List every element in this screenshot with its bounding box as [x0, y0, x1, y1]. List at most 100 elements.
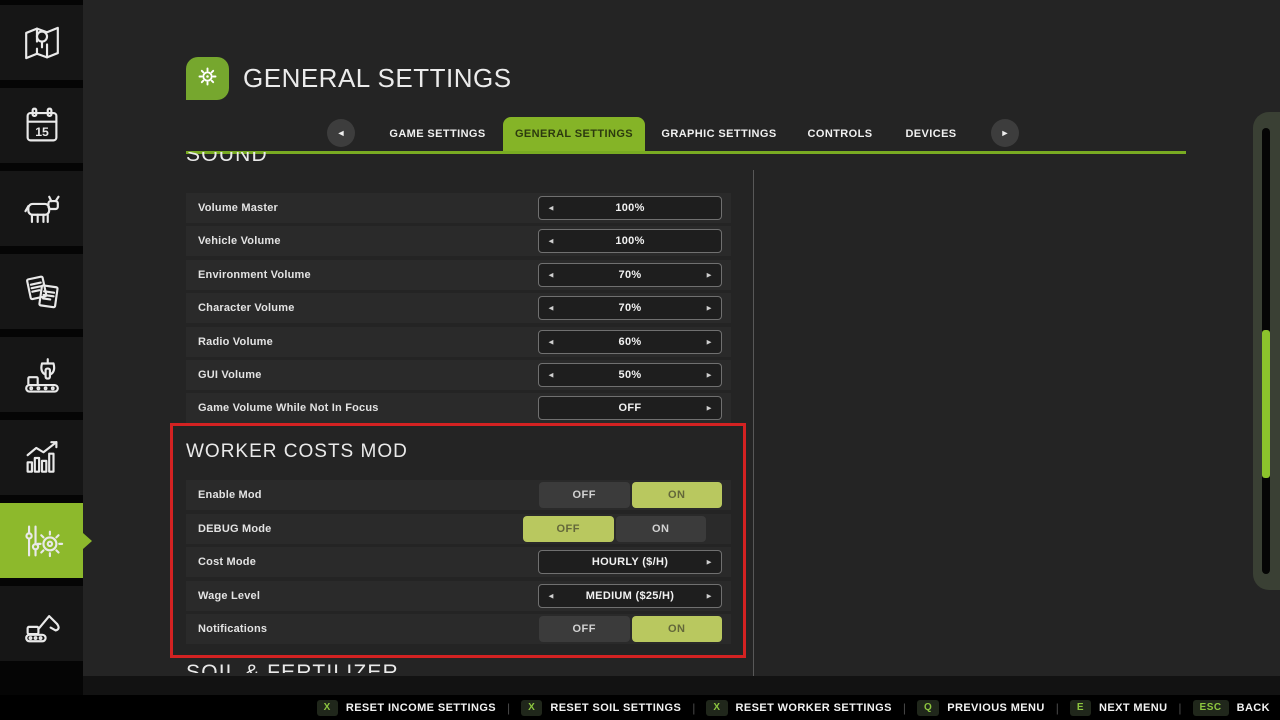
section-heading-soil: SOIL & FERTILIZER	[186, 661, 506, 673]
key-badge: X	[706, 700, 727, 716]
value-stepper[interactable]: ◄ 70% ►	[538, 296, 722, 320]
setting-value: 50%	[619, 369, 642, 381]
increase-arrow-icon[interactable]: ►	[705, 271, 713, 280]
value-stepper[interactable]: ◄ 100%	[538, 196, 722, 220]
value-stepper[interactable]: OFF ►	[538, 396, 722, 420]
sidebar-item-settings[interactable]	[0, 503, 83, 578]
setting-label: Cost Mode	[198, 547, 256, 577]
tab-general-settings[interactable]: GENERAL SETTINGS	[503, 117, 645, 151]
sidebar-item-production[interactable]	[0, 337, 83, 412]
key-badge: E	[1070, 700, 1091, 716]
tab-devices[interactable]: DEVICES	[895, 117, 967, 151]
sidebar-item-animals[interactable]	[0, 171, 83, 246]
hotkey-label: RESET SOIL SETTINGS	[550, 702, 681, 714]
increase-arrow-icon[interactable]: ►	[705, 371, 713, 380]
content-scrollbar[interactable]	[753, 170, 754, 690]
setting-row: Vehicle Volume ◄100%	[186, 226, 731, 256]
toggle-off-button[interactable]: OFF	[539, 616, 630, 642]
setting-value: OFF	[619, 402, 642, 414]
sidebar-item-construction[interactable]	[0, 586, 83, 661]
increase-arrow-icon[interactable]: ►	[705, 404, 713, 413]
hotkey-back[interactable]: ESC BACK	[1193, 700, 1270, 716]
decrease-arrow-icon[interactable]: ◄	[547, 371, 555, 380]
hotkey-label: NEXT MENU	[1099, 702, 1167, 714]
increase-arrow-icon[interactable]: ►	[705, 558, 713, 567]
toggle-off-button[interactable]: OFF	[539, 482, 630, 508]
chevron-left-icon: ◄	[337, 128, 346, 138]
value-stepper[interactable]: ◄ 60% ►	[538, 330, 722, 354]
production-icon	[19, 352, 65, 398]
page-title: GENERAL SETTINGS	[243, 63, 512, 94]
toggle-switch: OFFON	[523, 516, 706, 542]
sidebar-item-statistics[interactable]	[0, 420, 83, 495]
increase-arrow-icon[interactable]: ►	[705, 592, 713, 601]
setting-row: Volume Master ◄ 100%	[186, 193, 731, 223]
toggle-on-button[interactable]: ON	[632, 616, 723, 642]
setting-row: Radio Volume◄60%►	[186, 327, 731, 357]
value-stepper[interactable]: ◄70%►	[538, 263, 722, 287]
tabs-prev-button[interactable]: ◄	[327, 119, 355, 147]
edge-scroll-thumb[interactable]	[1262, 330, 1270, 478]
chevron-right-icon: ►	[1001, 128, 1010, 138]
hotkey-separator: |	[692, 701, 695, 715]
increase-arrow-icon[interactable]: ►	[705, 338, 713, 347]
sidebar-item-map[interactable]	[0, 5, 83, 80]
decrease-arrow-icon[interactable]: ◄	[547, 204, 555, 213]
sidebar-item-calendar[interactable]: 15	[0, 88, 83, 163]
hotkey-next-menu[interactable]: E NEXT MENU	[1070, 700, 1168, 716]
hotkey-reset-income-settings[interactable]: X RESET INCOME SETTINGS	[317, 700, 496, 716]
toggle-off-button[interactable]: OFF	[523, 516, 614, 542]
setting-row: NotificationsOFFON	[186, 614, 731, 644]
setting-label: Game Volume While Not In Focus	[198, 393, 379, 423]
decrease-arrow-icon[interactable]: ◄	[547, 304, 555, 313]
decrease-arrow-icon[interactable]: ◄	[547, 592, 555, 601]
sidebar-item-contracts[interactable]	[0, 254, 83, 329]
edge-scroll-track[interactable]	[1262, 128, 1270, 574]
hotkey-separator: |	[903, 701, 906, 715]
setting-label: Character Volume	[198, 293, 295, 323]
value-stepper[interactable]: ◄ 50% ►	[538, 363, 722, 387]
setting-row: Enable ModOFFON	[186, 480, 731, 510]
tab-graphic-settings[interactable]: GRAPHIC SETTINGS	[658, 117, 780, 151]
bottom-hotkey-bar: XRESET INCOME SETTINGS|XRESET SOIL SETTI…	[0, 695, 1280, 720]
tab-controls[interactable]: CONTROLS	[800, 117, 880, 151]
value-stepper[interactable]: ◄100%	[538, 229, 722, 253]
hotkey-label: RESET INCOME SETTINGS	[346, 702, 496, 714]
decrease-arrow-icon[interactable]: ◄	[547, 271, 555, 280]
section-heading-sound: SOUND	[186, 152, 446, 172]
hotkey-separator: |	[1178, 701, 1181, 715]
setting-row: Character Volume ◄ 70% ►	[186, 293, 731, 323]
decrease-arrow-icon[interactable]: ◄	[547, 237, 555, 246]
toggle-on-button[interactable]: ON	[616, 516, 707, 542]
decrease-arrow-icon[interactable]: ◄	[547, 338, 555, 347]
key-badge: ESC	[1193, 700, 1229, 716]
edge-scroll-widget[interactable]	[1253, 112, 1280, 590]
setting-value: 60%	[619, 336, 642, 348]
setting-row: DEBUG Mode OFFON	[186, 514, 731, 544]
hotkey-reset-soil-settings[interactable]: XRESET SOIL SETTINGS	[521, 700, 681, 716]
hotkey-label: PREVIOUS MENU	[947, 702, 1045, 714]
tabs-next-button[interactable]: ►	[991, 119, 1019, 147]
construction-icon	[19, 601, 65, 647]
hotkey-previous-menu[interactable]: QPREVIOUS MENU	[917, 700, 1045, 716]
animals-icon	[19, 186, 65, 232]
toggle-on-button[interactable]: ON	[632, 482, 723, 508]
tab-game-settings[interactable]: GAME SETTINGS	[385, 117, 490, 151]
section-heading-worker-costs: WORKER COSTS MOD	[186, 441, 408, 463]
key-badge: X	[317, 700, 338, 716]
setting-label: DEBUG Mode	[198, 514, 272, 544]
setting-label: Vehicle Volume	[198, 226, 281, 256]
gear-icon	[194, 63, 221, 95]
svg-text:15: 15	[35, 125, 49, 139]
setting-row: Wage Level◄MEDIUM ($25/H)►	[186, 581, 731, 611]
setting-label: Volume Master	[198, 193, 278, 223]
setting-row: GUI Volume◄50%►	[186, 360, 731, 390]
hotkey-label: BACK	[1237, 702, 1270, 714]
setting-row: Cost Mode HOURLY ($/H)►	[186, 547, 731, 577]
value-stepper[interactable]: ◄MEDIUM ($25/H)►	[538, 584, 722, 608]
value-stepper[interactable]: HOURLY ($/H)►	[538, 550, 722, 574]
increase-arrow-icon[interactable]: ►	[705, 304, 713, 313]
setting-value: 100%	[615, 202, 644, 214]
setting-value: 70%	[619, 302, 642, 314]
hotkey-reset-worker-settings[interactable]: XRESET WORKER SETTINGS	[706, 700, 891, 716]
